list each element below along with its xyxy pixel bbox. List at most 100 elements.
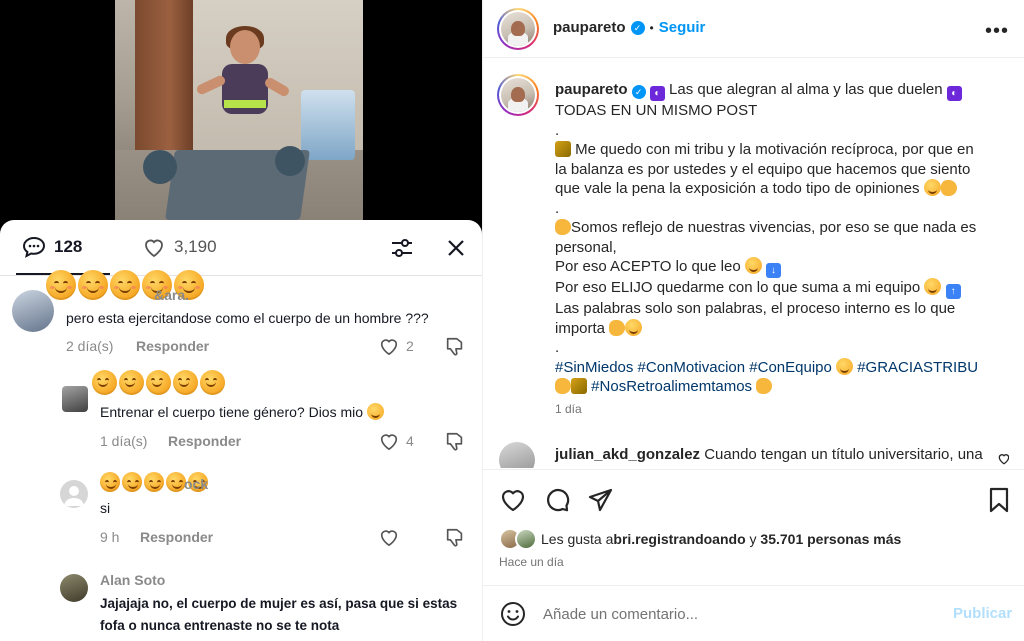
- publish-button[interactable]: Publicar: [953, 605, 1012, 622]
- caption-text: que vale la pena la exposición a todo ti…: [555, 180, 920, 197]
- dislike-icon[interactable]: [444, 431, 466, 453]
- caption-text: .: [555, 339, 560, 356]
- caption-text: Por eso ELIJO quedarme con lo que suma a…: [555, 279, 921, 296]
- screenshot-root: 128 3,190 &ara. pero esta ejercitandose …: [0, 0, 1024, 641]
- hashtags[interactable]: #SinMiedos #ConMotivacion #ConEquipo: [555, 359, 832, 376]
- caption-text: la balanza es por ustedes y el equipo qu…: [555, 160, 971, 178]
- filter-icon[interactable]: [388, 234, 416, 262]
- avatar[interactable]: [499, 442, 535, 468]
- post-comment: julian_akd_gonzalez Cuando tengan un tít…: [499, 440, 1009, 468]
- comment-username[interactable]: julian_akd_gonzalez: [555, 446, 700, 463]
- moon-emoji-icon: ◐: [946, 86, 962, 101]
- likes-text: Les gusta a: [541, 531, 614, 547]
- avatar[interactable]: [62, 386, 88, 412]
- like-count: 3,190: [174, 237, 217, 256]
- tab-comments[interactable]: 128: [22, 236, 82, 258]
- smile-emoji-icon: [924, 278, 942, 295]
- tab-likes[interactable]: 3,190: [142, 236, 217, 258]
- heart-icon: [380, 434, 398, 451]
- caption-text: Me quedo con mi tribu y la motivación re…: [575, 141, 974, 158]
- comment-username[interactable]: Alan Soto: [100, 572, 165, 588]
- raising-hands-emoji-icon: [555, 378, 571, 394]
- flexed-biceps-emoji-icon: [609, 319, 626, 336]
- caption-username[interactable]: paupareto: [555, 81, 628, 98]
- heart-icon[interactable]: [997, 452, 1009, 465]
- post-caption: paupareto ✓ ◐ Las que alegran al alma y …: [555, 80, 995, 397]
- add-comment-bar: Publicar: [483, 585, 1024, 641]
- comment-like-count: 2: [406, 338, 414, 354]
- liker-username[interactable]: bri.registrandoando: [613, 531, 745, 547]
- author-avatar[interactable]: [497, 8, 539, 50]
- avatar[interactable]: [60, 480, 88, 508]
- down-arrow-emoji-icon: ↓: [766, 263, 782, 278]
- caption-text: importa: [555, 319, 606, 337]
- caption-text: TODAS EN UN MISMO POST: [555, 102, 758, 119]
- post-date: Hace un día: [499, 555, 564, 569]
- comment-time: 1 día(s): [100, 433, 148, 449]
- likes-text: y: [745, 531, 761, 547]
- video-water-bag: [301, 90, 355, 160]
- avatar[interactable]: [12, 290, 54, 332]
- comments-sheet-header: 128 3,190: [0, 220, 482, 276]
- caption-text: .: [555, 121, 560, 139]
- comment-like-button[interactable]: [378, 527, 400, 547]
- smile-emoji-icon: [836, 357, 854, 375]
- hashtag[interactable]: #NosRetroalimemtamos: [591, 378, 752, 395]
- emoji-picker-icon[interactable]: [499, 600, 527, 628]
- comment-text: Jajajaja no, el cuerpo de mujer es así, …: [100, 596, 458, 611]
- more-options-icon[interactable]: •••: [985, 20, 1009, 43]
- reply-button[interactable]: Responder: [168, 433, 241, 449]
- caption-text: Por eso ACEPTO lo que leo: [555, 258, 741, 275]
- dislike-icon[interactable]: [444, 527, 466, 549]
- like-heart-icon[interactable]: [499, 486, 527, 514]
- hashtag[interactable]: #GRACIASTRIBU: [857, 359, 978, 376]
- follow-button[interactable]: Seguir: [659, 19, 706, 36]
- video-comments-panel: 128 3,190 &ara. pero esta ejercitandose …: [0, 0, 482, 641]
- workout-video[interactable]: [115, 0, 363, 240]
- grin-emoji-icon: [625, 318, 643, 336]
- caption-text: personal,: [555, 238, 617, 256]
- smile-emoji-icon: [744, 257, 762, 274]
- comment-icon: [22, 236, 46, 258]
- reply-button[interactable]: Responder: [136, 338, 209, 354]
- caption-text: Somos reflejo de nuestras vivencias, por…: [571, 219, 977, 236]
- comment-bubble-icon[interactable]: [543, 486, 571, 514]
- reply-button[interactable]: Responder: [140, 529, 213, 545]
- comment-input[interactable]: [543, 600, 923, 628]
- comment-like-button[interactable]: 2: [378, 336, 414, 356]
- moon-emoji-icon: ◐: [649, 86, 665, 101]
- heart-icon: [145, 239, 163, 258]
- comment-like-count: 4: [406, 433, 414, 449]
- balance-scale-emoji-icon: [555, 141, 571, 157]
- up-arrow-emoji-icon: ↑: [945, 284, 961, 299]
- dislike-icon[interactable]: [444, 336, 466, 358]
- author-username[interactable]: paupareto: [553, 19, 626, 36]
- comments-sheet: 128 3,190 &ara. pero esta ejercitandose …: [0, 220, 482, 641]
- video-kettlebell: [275, 146, 305, 176]
- avatar[interactable]: [60, 574, 88, 602]
- comment-text: Entrenar el cuerpo tiene género? Dios mi…: [100, 402, 384, 422]
- comment-username[interactable]: ock: [184, 476, 208, 492]
- video-person: [195, 26, 291, 150]
- caption-time: 1 día: [555, 402, 582, 416]
- caption-text: .: [555, 199, 560, 217]
- comment-text: si: [100, 500, 111, 516]
- likes-count[interactable]: 35.701 personas más: [760, 531, 901, 547]
- header-author: paupareto ✓ • Seguir: [553, 19, 705, 36]
- comment-text: pero esta ejercitandose como el cuerpo d…: [66, 310, 429, 326]
- author-avatar[interactable]: [497, 74, 539, 116]
- caption-text: Las que alegran al alma y las que duelen: [669, 81, 943, 98]
- caption-text: Las palabras solo son palabras, el proce…: [555, 300, 956, 317]
- heart-icon: [380, 530, 398, 547]
- save-bookmark-icon[interactable]: [985, 486, 1013, 514]
- comment-time: 2 día(s): [66, 338, 114, 354]
- share-paper-plane-icon[interactable]: [587, 486, 615, 514]
- sparkles-emoji-icon: [571, 378, 587, 394]
- close-icon[interactable]: [442, 234, 470, 262]
- emoji-overlay: [92, 370, 225, 395]
- flexed-biceps-emoji-icon: [756, 378, 773, 394]
- comment-username[interactable]: &ara.: [154, 287, 189, 303]
- comment-like-button[interactable]: 4: [378, 431, 414, 451]
- default-avatar-icon: [64, 486, 84, 506]
- hand-emoji-icon: [555, 219, 571, 235]
